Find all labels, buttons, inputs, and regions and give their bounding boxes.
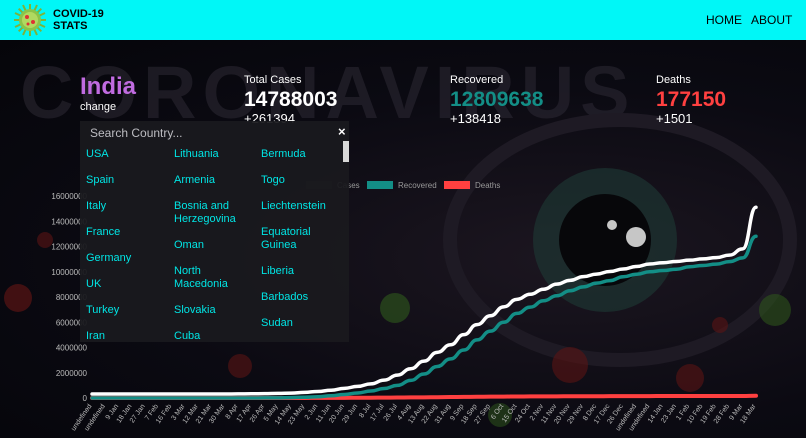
dropdown-scrollbar[interactable] [343, 141, 349, 162]
country-option[interactable]: UK [86, 278, 166, 291]
country-option[interactable]: USA [86, 148, 166, 161]
app-title-line1: COVID-19 [53, 8, 104, 20]
app-title: COVID-19 STATS [53, 8, 104, 32]
country-option[interactable]: Oman [174, 239, 254, 252]
country-option[interactable]: Liechtenstein [261, 200, 341, 213]
country-option[interactable]: Sudan [261, 317, 341, 330]
country-option[interactable]: Bosnia and Herzegovina [174, 200, 254, 226]
country-option[interactable]: Togo [261, 174, 341, 187]
legend-label: Deaths [475, 181, 500, 190]
y-tick-label: 0 [83, 394, 88, 403]
country-option[interactable]: Bermuda [261, 148, 341, 161]
country-search-input[interactable] [90, 124, 330, 142]
country-option[interactable]: Barbados [261, 291, 341, 304]
country-option[interactable]: Slovakia [174, 304, 254, 317]
country-option[interactable]: Turkey [86, 304, 166, 317]
nav-about-link[interactable]: ABOUT [751, 13, 792, 27]
top-navbar: COVID-19 STATS HOME ABOUT [0, 0, 806, 40]
country-option[interactable]: Cuba [174, 330, 254, 343]
y-tick-label: 2000000 [56, 369, 88, 378]
legend-label: Recovered [398, 181, 437, 190]
country-option[interactable]: Italy [86, 200, 166, 213]
country-dropdown: × USA Spain Italy France Germany UK Turkey Iran… [80, 121, 349, 342]
country-option[interactable]: Liberia [261, 265, 341, 278]
country-option[interactable]: Lithuania [174, 148, 254, 161]
y-tick-label: 4000000 [56, 344, 88, 353]
x-tick-label: 26 Jul [383, 403, 400, 423]
close-dropdown-button[interactable]: × [338, 124, 346, 139]
nav-home-link[interactable]: HOME [706, 13, 742, 27]
legend-swatch [444, 181, 470, 189]
country-option[interactable]: Equatorial Guinea [261, 226, 341, 252]
app-title-line2: STATS [53, 20, 88, 32]
country-option[interactable]: Armenia [174, 174, 254, 187]
country-option[interactable]: North Macedonia [174, 265, 254, 291]
country-option[interactable]: Iran [86, 330, 166, 343]
virus-icon[interactable] [13, 3, 47, 37]
country-option[interactable]: Germany [86, 252, 166, 265]
legend-swatch [367, 181, 393, 189]
country-option[interactable]: Spain [86, 174, 166, 187]
country-option[interactable]: France [86, 226, 166, 239]
